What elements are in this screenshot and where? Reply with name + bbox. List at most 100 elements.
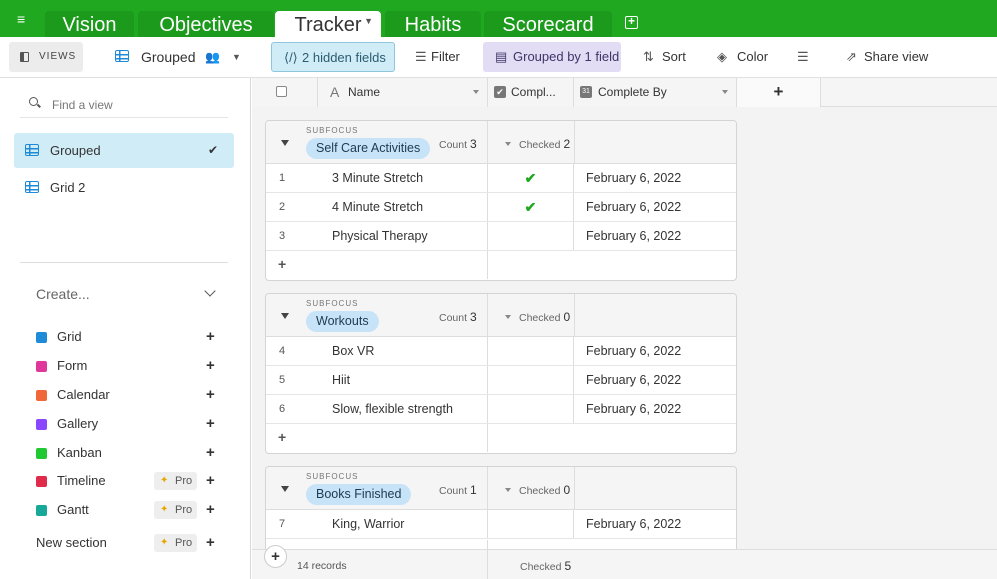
cell-name[interactable]: Box VR	[332, 344, 374, 358]
plus-icon[interactable]: +	[206, 327, 215, 347]
sidebar-view-grouped[interactable]: Grouped ✔	[14, 133, 234, 168]
hamburger-menu-icon[interactable]: ≡	[17, 12, 31, 26]
sidebar-view-grid-2[interactable]: Grid 2	[14, 170, 234, 205]
plus-icon[interactable]: +	[206, 533, 215, 553]
column-divider	[574, 294, 575, 337]
row-height-button[interactable]: ☰	[789, 42, 819, 72]
cell-complete-by[interactable]: February 6, 2022	[586, 517, 681, 531]
collapse-group-icon[interactable]	[281, 313, 289, 319]
cell-name[interactable]: Hiit	[332, 373, 350, 387]
add-field-button[interactable]: +	[737, 78, 821, 107]
column-divider	[574, 121, 575, 164]
cell-complete-by[interactable]: February 6, 2022	[586, 373, 681, 387]
find-view-input[interactable]: Find a view	[20, 92, 228, 118]
create-gallery-view[interactable]: Gallery +	[36, 414, 226, 434]
cell-complete-checkbox[interactable]	[487, 337, 574, 365]
cell-name[interactable]: Slow, flexible strength	[332, 402, 453, 416]
group-count: Count 3	[439, 310, 477, 324]
chevron-down-icon[interactable]	[204, 285, 216, 297]
cell-name[interactable]: King, Warrior	[332, 517, 404, 531]
table-row[interactable]: 6 Slow, flexible strength February 6, 20…	[266, 395, 736, 424]
plus-icon[interactable]: +	[206, 385, 215, 405]
filter-button[interactable]: ☰ Filter	[405, 42, 475, 72]
cell-name[interactable]: 4 Minute Stretch	[332, 200, 423, 214]
cell-complete-by[interactable]: February 6, 2022	[586, 171, 681, 185]
cell-complete-checkbox[interactable]	[487, 395, 574, 423]
base-tab-bar: ≡ Vision Objectives Tracker ▼ Habits Sco…	[0, 0, 997, 37]
count-label: Count	[439, 139, 468, 151]
tab-tracker[interactable]: Tracker ▼	[275, 11, 381, 37]
create-calendar-view[interactable]: Calendar +	[36, 385, 226, 405]
table-row[interactable]: 2 4 Minute Stretch ✔ February 6, 2022	[266, 193, 736, 222]
collapse-group-icon[interactable]	[281, 140, 289, 146]
create-grid-view[interactable]: Grid +	[36, 327, 226, 347]
table-row[interactable]: 3 Physical Therapy February 6, 2022	[266, 222, 736, 251]
table-row[interactable]: 4 Box VR February 6, 2022	[266, 337, 736, 366]
plus-icon[interactable]: +	[278, 256, 286, 272]
cell-complete-by[interactable]: February 6, 2022	[586, 402, 681, 416]
plus-icon[interactable]: +	[206, 356, 215, 376]
cell-complete-checkbox[interactable]	[487, 510, 574, 538]
caret-down-icon[interactable]: ▼	[364, 16, 373, 26]
cell-name[interactable]: 3 Minute Stretch	[332, 171, 423, 185]
cell-name[interactable]: Physical Therapy	[332, 229, 428, 243]
add-record-row[interactable]: +	[266, 251, 736, 280]
sidebar-view-label: Grid 2	[50, 180, 86, 195]
plus-icon[interactable]: +	[206, 471, 215, 491]
create-section-label[interactable]: Create...	[36, 286, 90, 302]
share-view-button[interactable]: ⇗ Share view	[836, 42, 936, 72]
tab-habits[interactable]: Habits	[385, 11, 481, 37]
select-all-cell	[252, 78, 318, 107]
sort-button[interactable]: ⇅ Sort	[633, 42, 698, 72]
group-checked-summary[interactable]: Checked 0	[505, 310, 570, 324]
table-row[interactable]: 7 King, Warrior February 6, 2022	[266, 510, 736, 539]
table-row[interactable]: 5 Hiit February 6, 2022	[266, 366, 736, 395]
group-label: Grouped by 1 field	[513, 49, 620, 64]
column-header-complete-by[interactable]: 31 Complete By	[574, 78, 737, 107]
view-switcher-button[interactable]: Grouped 👥 ▼	[115, 42, 250, 72]
cell-complete-checkbox[interactable]: ✔	[487, 193, 574, 221]
tab-vision[interactable]: Vision	[45, 11, 134, 37]
group-checked-summary[interactable]: Checked 2	[505, 137, 570, 151]
select-all-checkbox[interactable]	[276, 86, 287, 97]
chevron-down-icon[interactable]	[473, 90, 479, 94]
cell-complete-checkbox[interactable]	[487, 222, 574, 250]
color-button[interactable]: ◈ Color	[707, 42, 779, 72]
plus-icon[interactable]: +	[206, 500, 215, 520]
cell-complete-checkbox[interactable]	[487, 366, 574, 394]
plus-icon[interactable]: +	[206, 414, 215, 434]
cell-complete-by[interactable]: February 6, 2022	[586, 229, 681, 243]
create-form-view[interactable]: Form +	[36, 356, 226, 376]
column-header-complete[interactable]: ✔ Compl...	[488, 78, 574, 107]
create-view-label: Grid	[57, 329, 82, 344]
chevron-down-icon: ▼	[232, 52, 241, 62]
add-table-icon[interactable]: +	[625, 15, 638, 29]
create-timeline-view[interactable]: Timeline Pro +	[36, 471, 226, 491]
create-kanban-view[interactable]: Kanban +	[36, 443, 226, 463]
create-gantt-view[interactable]: Gantt Pro +	[36, 500, 226, 520]
create-view-label: Kanban	[57, 445, 102, 460]
count-value: 3	[470, 310, 477, 324]
collapse-group-icon[interactable]	[281, 486, 289, 492]
add-record-button[interactable]: +	[264, 545, 287, 568]
column-header-name[interactable]: A Name	[318, 78, 488, 107]
views-toggle-button[interactable]: VIEWS	[9, 42, 83, 72]
tab-objectives[interactable]: Objectives	[138, 11, 274, 37]
create-view-label: Form	[57, 358, 88, 373]
plus-icon[interactable]: +	[206, 443, 215, 463]
table-row[interactable]: 1 3 Minute Stretch ✔ February 6, 2022	[266, 164, 736, 193]
cell-complete-checkbox[interactable]: ✔	[487, 164, 574, 192]
row-number: 6	[279, 403, 286, 415]
cell-complete-by[interactable]: February 6, 2022	[586, 200, 681, 214]
footer-checked-summary[interactable]: Checked 5	[520, 559, 571, 573]
share-icon: ⇗	[846, 49, 857, 64]
create-new-section[interactable]: New section Pro +	[36, 533, 226, 553]
tab-scorecard[interactable]: Scorecard	[484, 11, 612, 37]
cell-complete-by[interactable]: February 6, 2022	[586, 344, 681, 358]
add-record-row[interactable]: +	[266, 424, 736, 453]
chevron-down-icon[interactable]	[722, 90, 728, 94]
plus-icon[interactable]: +	[278, 429, 286, 445]
group-button[interactable]: ▤ Grouped by 1 field	[483, 42, 621, 72]
hide-fields-button[interactable]: ⟨/⟩ 2 hidden fields	[271, 42, 395, 72]
group-checked-summary[interactable]: Checked 0	[505, 483, 570, 497]
